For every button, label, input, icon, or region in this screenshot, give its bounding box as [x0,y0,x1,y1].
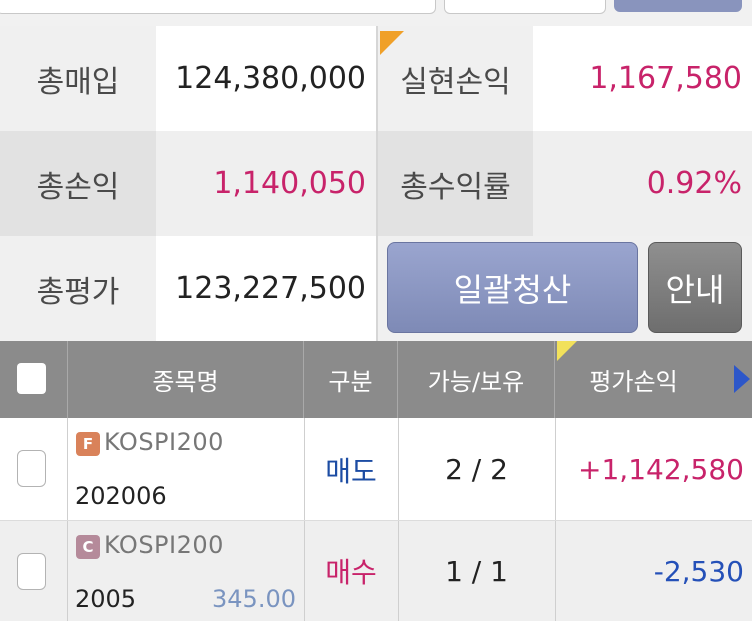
table-row[interactable]: C KOSPI200 2005 345.00 매수 1 / 1 -2,530 [0,521,752,621]
strike-price: 345.00 [212,585,296,613]
column-note-flag-icon [557,341,577,361]
eval-pnl: +1,142,580 [578,453,744,486]
futures-badge-icon: F [76,432,100,456]
realized-pnl-value: 1,167,580 [533,26,752,131]
total-pnl-value: 1,140,050 [156,131,376,236]
total-purchase-value: 124,380,000 [156,26,376,131]
position-type: 매도 [325,454,377,488]
column-type: 구분 [304,341,398,418]
total-pnl-label: 총손익 [0,131,156,236]
password-field[interactable] [444,0,606,14]
positions-table-header: 종목명 구분 가능/보유 평가손익 [0,341,752,418]
total-purchase-label: 총매입 [0,26,156,131]
query-button[interactable] [614,0,742,12]
position-type: 매수 [325,556,377,589]
column-name: 종목명 [68,341,304,418]
total-eval-label: 총평가 [0,236,156,341]
total-eval-value: 123,227,500 [156,236,376,341]
eval-pnl: -2,530 [653,554,744,588]
position-qty: 1 / 1 [445,554,508,588]
instrument-name: KOSPI200 [104,531,224,559]
column-qty: 가능/보유 [398,341,555,418]
guide-button[interactable]: 안내 [648,242,742,333]
table-row[interactable]: F KOSPI200 202006 매도 2 / 2 +1,142,580 [0,418,752,521]
note-flag-icon[interactable] [380,31,404,55]
call-option-badge-icon: C [76,535,100,559]
account-select-field[interactable] [0,0,436,14]
instrument-code: 202006 [75,482,167,510]
total-return-value: 0.92% [533,131,752,236]
account-summary: 총매입 124,380,000 실현손익 1,167,580 총손익 1,140… [0,26,752,341]
row-checkbox[interactable] [17,450,46,487]
instrument-code: 2005 [75,585,137,613]
row-divider [67,418,68,521]
top-controls-strip [0,0,752,26]
instrument-name: KOSPI200 [104,428,224,456]
bulk-liquidate-button[interactable]: 일괄청산 [387,242,638,333]
row-divider [67,521,68,621]
row-checkbox[interactable] [17,553,46,590]
position-qty: 2 / 2 [445,453,508,486]
next-columns-arrow-icon[interactable] [734,365,750,393]
select-all-checkbox[interactable] [17,363,46,394]
summary-divider [376,26,378,341]
column-eval-pnl[interactable]: 평가손익 [555,341,752,418]
total-return-label: 총수익률 [378,131,533,236]
